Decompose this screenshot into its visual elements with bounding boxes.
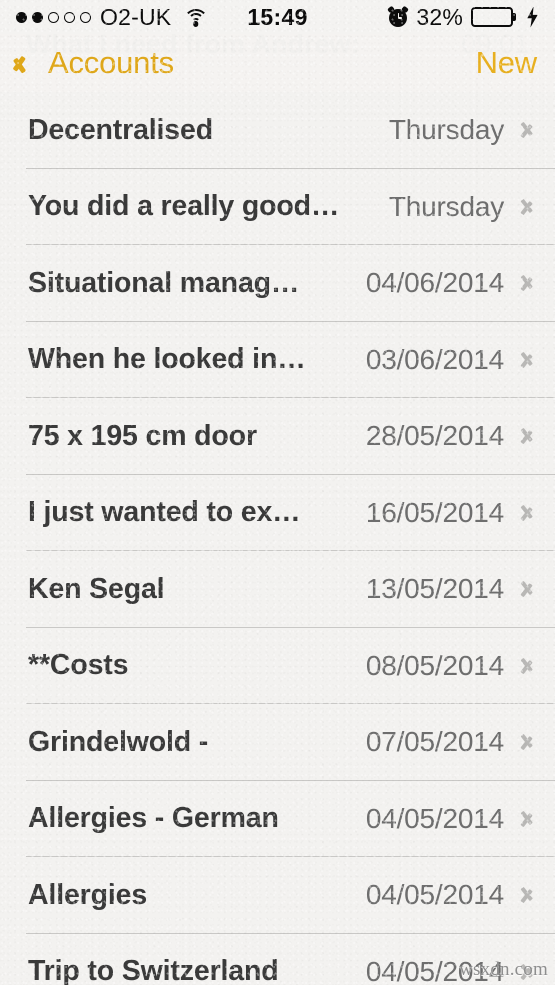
- note-date: 13/05/2014: [365, 573, 504, 605]
- note-row[interactable]: Allergies 04/05/2014: [0, 857, 555, 934]
- note-date: 04/06/2014: [365, 267, 504, 299]
- status-bar: O2-UK 15:49 32%: [0, 0, 555, 34]
- note-date: 28/05/2014: [365, 420, 504, 452]
- signal-strength-indicator: [16, 11, 91, 23]
- status-bar-left: O2-UK: [16, 4, 247, 31]
- signal-dot-filled: [32, 11, 43, 23]
- notes-list: Decentralised Thursday You did a really go…: [0, 92, 555, 985]
- note-title: 75 x 195 cm door: [28, 419, 257, 452]
- watermark: wsxdn.com: [459, 959, 548, 980]
- chevron-right-icon[interactable]: [521, 728, 537, 756]
- note-title: You did a really good…: [28, 190, 340, 223]
- note-row[interactable]: When he looked in… 03/06/2014: [0, 322, 555, 399]
- note-title: Allergies: [28, 878, 148, 911]
- phone-screen: O2-UK 15:49 32% What I need from Andrew:…: [0, 0, 555, 985]
- signal-dot-empty: [80, 11, 91, 23]
- note-row[interactable]: Allergies - German 04/05/2014: [0, 781, 555, 858]
- wifi-icon: [183, 8, 209, 27]
- chevron-right-icon[interactable]: [521, 652, 537, 680]
- battery-percent-label: 32%: [416, 3, 464, 30]
- navigation-bar: Accounts New: [0, 34, 555, 92]
- note-row[interactable]: **Costs 08/05/2014: [0, 628, 555, 705]
- status-bar-center: 15:49: [247, 4, 307, 31]
- chevron-right-icon[interactable]: [521, 116, 537, 144]
- back-button[interactable]: Accounts: [20, 45, 174, 81]
- note-title: Situational manag…: [28, 266, 300, 299]
- note-title: I just wanted to ex…: [28, 496, 301, 529]
- chevron-right-icon[interactable]: [521, 881, 537, 909]
- chevron-right-icon[interactable]: [521, 805, 537, 833]
- lightning-bolt-icon: [527, 6, 538, 28]
- note-row[interactable]: Ken Segal 13/05/2014: [0, 551, 555, 628]
- note-date: 07/05/2014: [365, 726, 504, 758]
- note-date: 04/05/2014: [365, 802, 504, 834]
- note-title: Decentralised: [28, 113, 213, 146]
- note-date: Thursday: [388, 114, 504, 146]
- note-date: 16/05/2014: [365, 496, 504, 528]
- chevron-right-icon[interactable]: [521, 575, 537, 603]
- note-date: 08/05/2014: [365, 649, 504, 681]
- battery-icon: [471, 7, 517, 27]
- note-row[interactable]: I just wanted to ex… 16/05/2014: [0, 475, 555, 552]
- note-row[interactable]: Grindelwold - 07/05/2014: [0, 704, 555, 781]
- note-date: 04/05/2014: [365, 879, 504, 911]
- note-date: Thursday: [388, 190, 504, 222]
- note-title: Grindelwold -: [28, 725, 209, 758]
- chevron-left-icon: [20, 48, 39, 78]
- chevron-right-icon[interactable]: [521, 499, 537, 527]
- back-button-label: Accounts: [48, 45, 174, 80]
- carrier-label: O2-UK: [100, 3, 172, 30]
- alarm-clock-icon: [387, 5, 410, 27]
- status-bar-clock: 15:49: [247, 3, 308, 30]
- signal-dot-empty: [64, 11, 75, 23]
- new-note-button[interactable]: New: [476, 45, 538, 81]
- note-title: When he looked in…: [28, 343, 306, 376]
- chevron-right-icon[interactable]: [521, 346, 537, 374]
- note-title: Trip to Switzerland: [28, 955, 279, 985]
- note-row[interactable]: 75 x 195 cm door 28/05/2014: [0, 398, 555, 475]
- note-title: **Costs: [28, 649, 129, 682]
- note-date: 03/06/2014: [365, 343, 504, 375]
- status-bar-right: 32%: [308, 4, 539, 31]
- note-row[interactable]: Decentralised Thursday: [0, 92, 555, 169]
- note-title: Ken Segal: [28, 572, 165, 605]
- note-title: Allergies - German: [28, 802, 279, 835]
- note-row[interactable]: Situational manag… 04/06/2014: [0, 245, 555, 322]
- chevron-right-icon[interactable]: [521, 269, 537, 297]
- signal-dot-filled: [16, 11, 27, 23]
- chevron-right-icon[interactable]: [521, 422, 537, 450]
- note-row[interactable]: You did a really good… Thursday: [0, 169, 555, 246]
- chevron-right-icon[interactable]: [521, 193, 537, 221]
- signal-dot-empty: [48, 11, 59, 23]
